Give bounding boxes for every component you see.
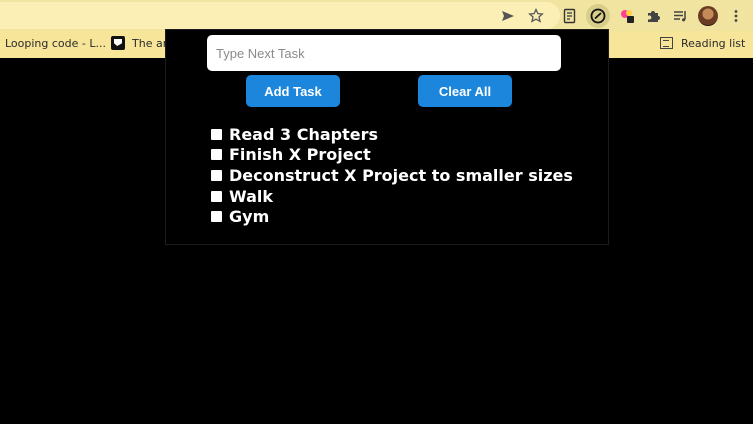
extensions-puzzle-icon[interactable]	[643, 6, 663, 26]
task-checkbox[interactable]	[211, 211, 222, 223]
task-checkbox[interactable]	[211, 169, 222, 181]
reading-list-icon[interactable]	[660, 37, 673, 49]
list-item: Walk	[211, 186, 573, 207]
list-item: Read 3 Chapters	[211, 124, 573, 145]
task-checkbox[interactable]	[211, 149, 222, 161]
list-item: Finish X Project	[211, 145, 573, 166]
task-label: Deconstruct X Project to smaller sizes	[229, 165, 573, 185]
bookmark-star-icon[interactable]	[526, 6, 546, 26]
add-task-button[interactable]: Add Task	[246, 75, 340, 107]
profile-avatar[interactable]	[698, 6, 718, 26]
bookmark-the-ar[interactable]: The ar	[132, 37, 167, 50]
task-checkbox[interactable]	[211, 128, 222, 140]
task-label: Read 3 Chapters	[229, 124, 378, 144]
check-circle-icon[interactable]	[588, 6, 608, 26]
task-checkbox[interactable]	[211, 190, 222, 202]
clear-all-button[interactable]: Clear All	[418, 75, 512, 107]
bookmark-favicon-icon	[111, 36, 125, 50]
task-input[interactable]	[207, 35, 561, 71]
task-label: Gym	[229, 207, 270, 227]
more-menu-icon[interactable]	[726, 6, 746, 26]
bookmark-looping-code[interactable]: Looping code - L...	[5, 37, 106, 50]
notes-extension-icon[interactable]	[560, 6, 580, 26]
address-bar[interactable]	[0, 2, 560, 29]
list-item: Gym	[211, 206, 573, 227]
task-label: Walk	[229, 186, 273, 206]
reading-list-button[interactable]: Reading list	[681, 37, 745, 50]
color-picker-extension-icon[interactable]	[617, 6, 637, 26]
send-icon[interactable]	[498, 6, 518, 26]
list-item: Deconstruct X Project to smaller sizes	[211, 165, 573, 186]
browser-toolbar	[0, 0, 753, 31]
task-list: Read 3 Chapters Finish X Project Deconst…	[211, 124, 573, 227]
media-queue-icon[interactable]	[670, 6, 690, 26]
task-label: Finish X Project	[229, 145, 371, 165]
